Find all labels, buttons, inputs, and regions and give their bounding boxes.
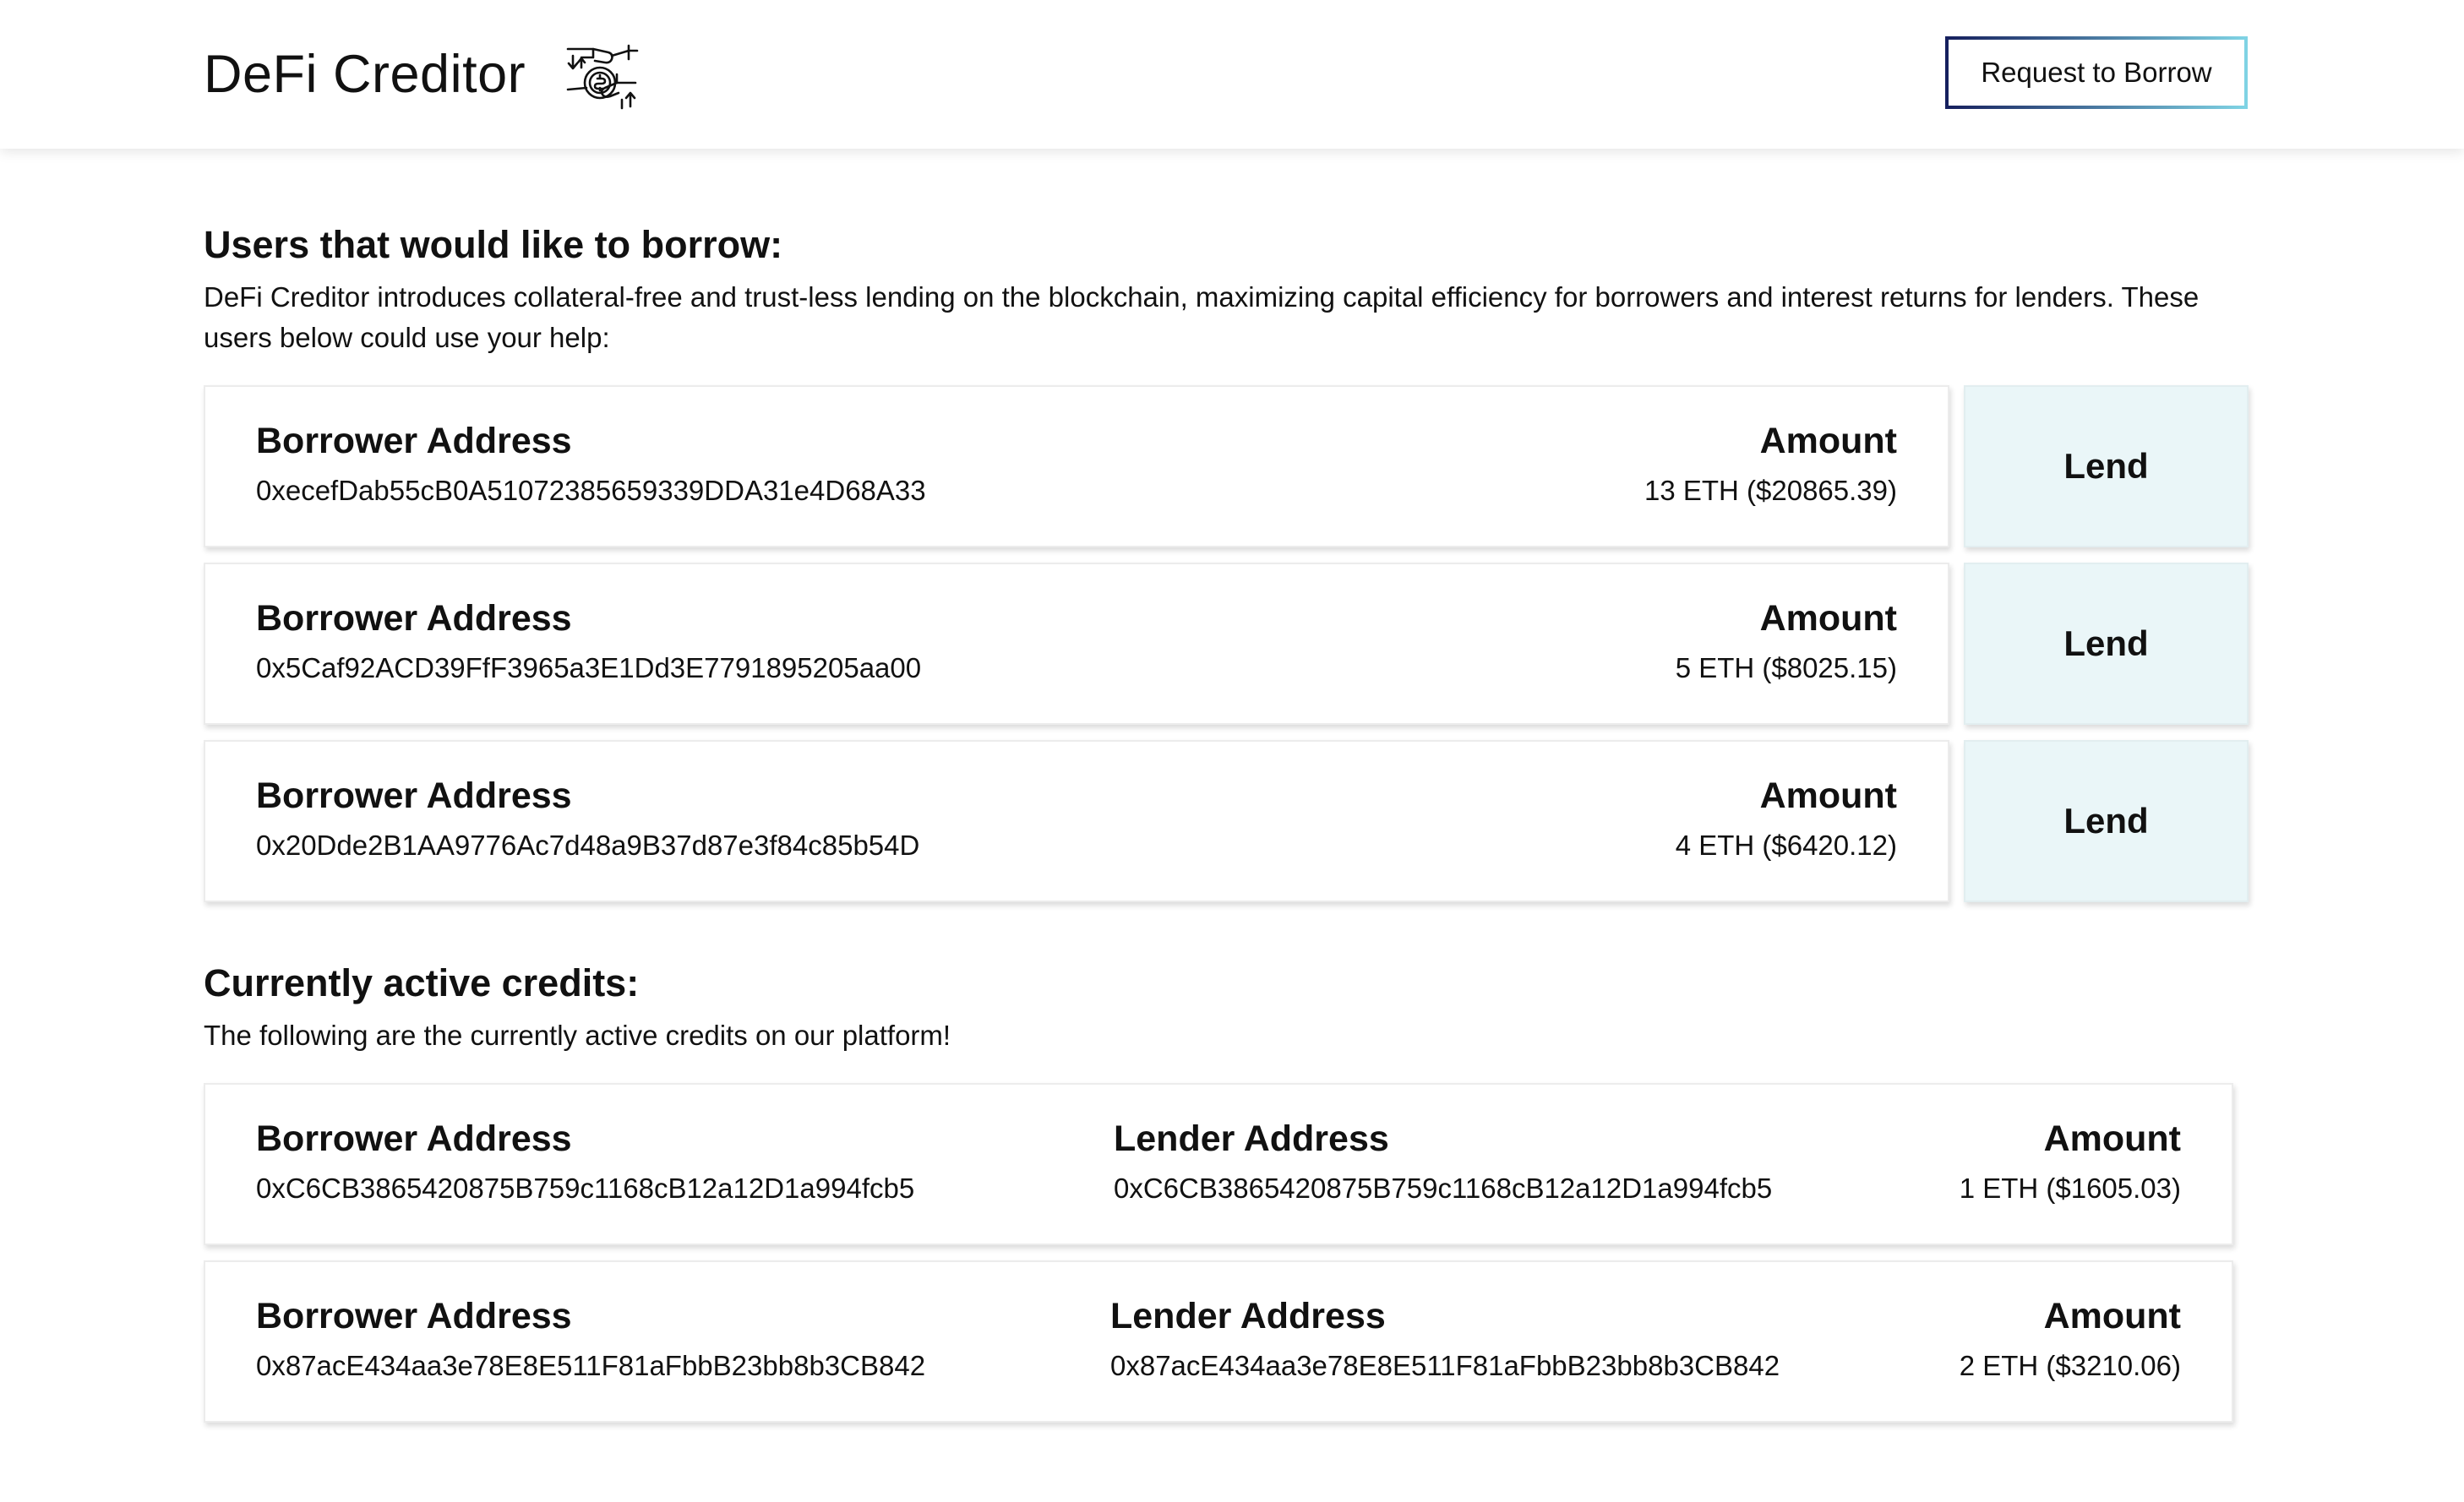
lend-button[interactable]: Lend	[1964, 385, 2249, 547]
borrower-address-value: 0x5Caf92ACD39FfF3965a3E1Dd3E7791895205aa…	[256, 652, 922, 683]
app-title: DeFi Creditor	[204, 45, 526, 104]
amount-label: Amount	[2043, 1118, 2181, 1159]
borrow-request-card: Borrower Address 0x5Caf92ACD39FfF3965a3E…	[204, 563, 1949, 725]
amount-label: Amount	[1759, 598, 1897, 639]
active-credit-card: Borrower Address 0x87acE434aa3e78E8E511F…	[204, 1260, 2233, 1423]
active-credit-card: Borrower Address 0xC6CB3865420875B759c11…	[204, 1083, 2233, 1245]
amount-value: 5 ETH ($8025.15)	[1675, 652, 1897, 683]
amount-value: 13 ETH ($20865.39)	[1644, 475, 1897, 506]
amount-value: 2 ETH ($3210.06)	[1959, 1350, 2181, 1381]
amount-value: 4 ETH ($6420.12)	[1675, 830, 1897, 861]
lend-button[interactable]: Lend	[1964, 740, 2249, 902]
amount-label: Amount	[1759, 775, 1897, 816]
amount-label: Amount	[1759, 421, 1897, 461]
amount-label: Amount	[2043, 1296, 2181, 1336]
top-header: DeFi Creditor Request to Borrow	[0, 0, 2464, 149]
borrower-address-label: Borrower Address	[256, 775, 572, 816]
hands-exchange-coin-icon	[566, 44, 639, 110]
lender-address-value: 0x87acE434aa3e78E8E511F81aFbbB23bb8b3CB8…	[1110, 1350, 1780, 1381]
borrower-address-label: Borrower Address	[256, 1118, 572, 1159]
brand[interactable]: DeFi Creditor	[204, 34, 642, 115]
borrow-request-card: Borrower Address 0xecefDab55cB0A51072385…	[204, 385, 1949, 547]
credits-section-description: The following are the currently active c…	[204, 1020, 951, 1051]
borrow-request-card: Borrower Address 0x20Dde2B1AA9776Ac7d48a…	[204, 740, 1949, 902]
lender-address-value: 0xC6CB3865420875B759c1168cB12a12D1a994fc…	[1114, 1173, 1773, 1204]
lender-address-label: Lender Address	[1114, 1118, 1389, 1159]
borrower-address-value: 0x87acE434aa3e78E8E511F81aFbbB23bb8b3CB8…	[256, 1350, 926, 1381]
amount-value: 1 ETH ($1605.03)	[1959, 1173, 2181, 1204]
borrow-section-description: DeFi Creditor introduces collateral-free…	[204, 281, 2200, 353]
borrower-address-label: Borrower Address	[256, 598, 572, 639]
credits-section-title: Currently active credits:	[204, 961, 640, 1004]
request-to-borrow-button[interactable]: Request to Borrow	[1945, 36, 2248, 109]
borrower-address-value: 0xecefDab55cB0A51072385659339DDA31e4D68A…	[256, 475, 926, 506]
borrower-address-label: Borrower Address	[256, 421, 572, 461]
borrower-address-value: 0x20Dde2B1AA9776Ac7d48a9B37d87e3f84c85b5…	[256, 830, 920, 861]
lender-address-label: Lender Address	[1110, 1296, 1386, 1336]
lend-button[interactable]: Lend	[1964, 563, 2249, 725]
borrow-section-title: Users that would like to borrow:	[204, 223, 783, 266]
borrower-address-value: 0xC6CB3865420875B759c1168cB12a12D1a994fc…	[256, 1173, 915, 1204]
borrower-address-label: Borrower Address	[256, 1296, 572, 1336]
